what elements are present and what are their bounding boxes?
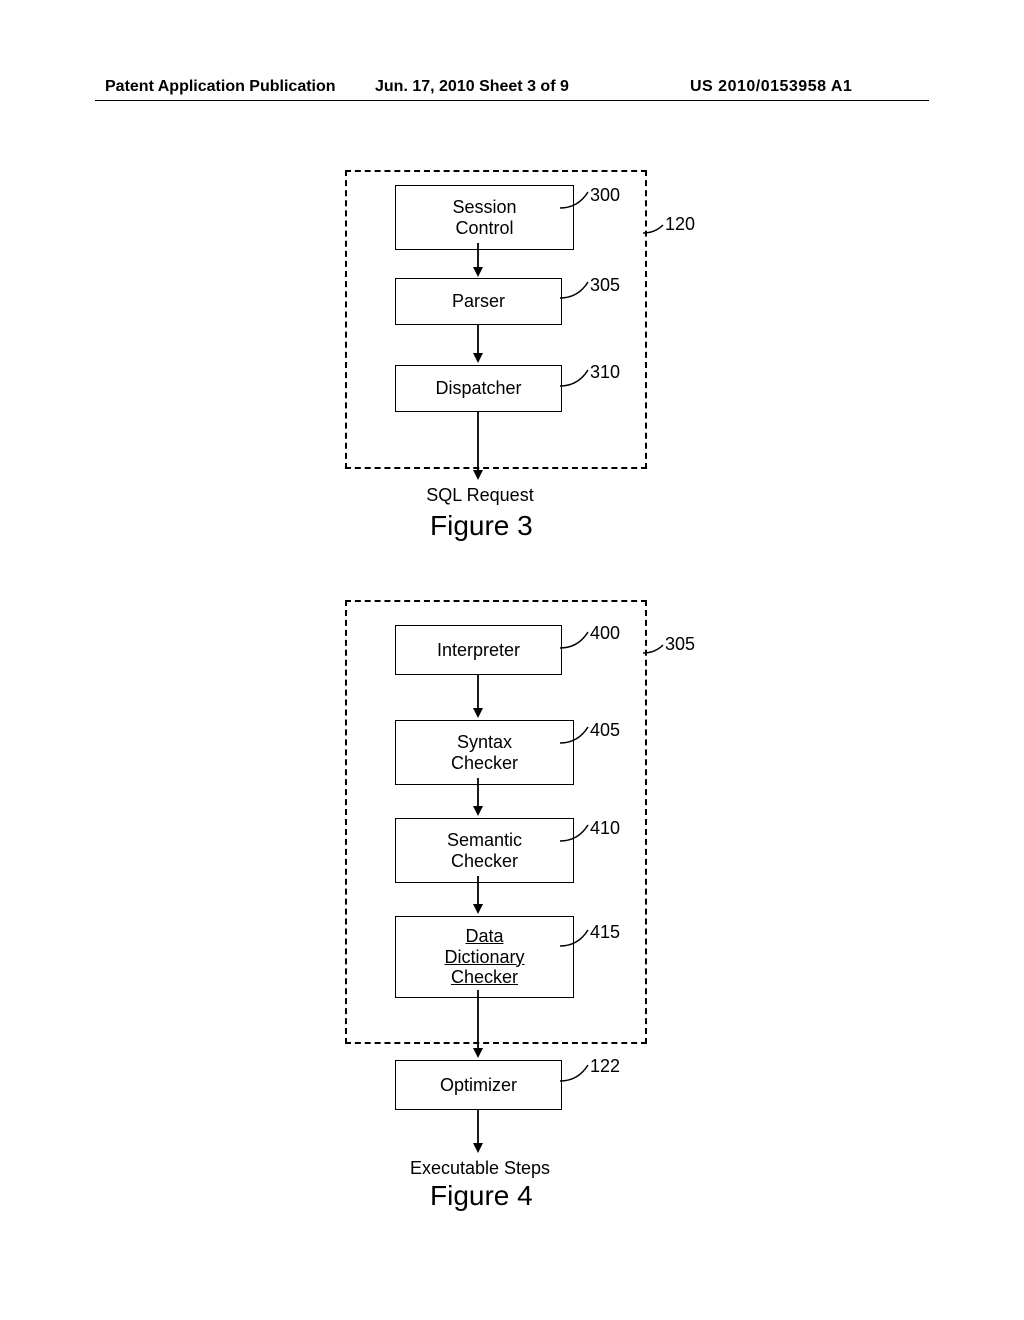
- fig4-interpreter-box: Interpreter: [395, 625, 562, 675]
- fig3-arrow-out: [472, 412, 484, 482]
- fig3-dispatcher-box: Dispatcher: [395, 365, 562, 412]
- header-right: US 2010/0153958 A1: [690, 78, 852, 96]
- fig3-title: Figure 3: [430, 510, 533, 542]
- fig4-optimizer-box: Optimizer: [395, 1060, 562, 1110]
- fig4-arrow-4: [472, 990, 484, 1060]
- fig3-out-label: SQL Request: [390, 485, 570, 506]
- fig4-container-ref: 305: [665, 634, 695, 655]
- fig4-arrow-3: [472, 876, 484, 916]
- header-left: Patent Application Publication: [105, 78, 336, 96]
- fig4-arrow-2: [472, 778, 484, 818]
- header-mid: Jun. 17, 2010 Sheet 3 of 9: [375, 78, 569, 96]
- fig3-dispatcher-ref: 310: [590, 362, 620, 383]
- fig4-interpreter-ref: 400: [590, 623, 620, 644]
- fig3-container-ref: 120: [665, 214, 695, 235]
- fig4-syntax-ref: 405: [590, 720, 620, 741]
- fig3-arrow-1: [472, 243, 484, 278]
- fig3-session-box: Session Control: [395, 185, 574, 250]
- fig4-semantic-box: Semantic Checker: [395, 818, 574, 883]
- fig4-datadict-box: Data Dictionary Checker: [395, 916, 574, 998]
- fig4-optimizer-ref: 122: [590, 1056, 620, 1077]
- fig4-out-label: Executable Steps: [390, 1158, 570, 1179]
- fig3-session-ref: 300: [590, 185, 620, 206]
- fig3-parser-ref: 305: [590, 275, 620, 296]
- fig4-datadict-ref: 415: [590, 922, 620, 943]
- header-rule: [95, 100, 929, 101]
- fig4-syntax-box: Syntax Checker: [395, 720, 574, 785]
- fig3-arrow-2: [472, 325, 484, 365]
- fig4-arrow-out: [472, 1110, 484, 1155]
- fig4-semantic-ref: 410: [590, 818, 620, 839]
- fig4-title: Figure 4: [430, 1180, 533, 1212]
- fig4-arrow-1: [472, 675, 484, 720]
- fig3-parser-box: Parser: [395, 278, 562, 325]
